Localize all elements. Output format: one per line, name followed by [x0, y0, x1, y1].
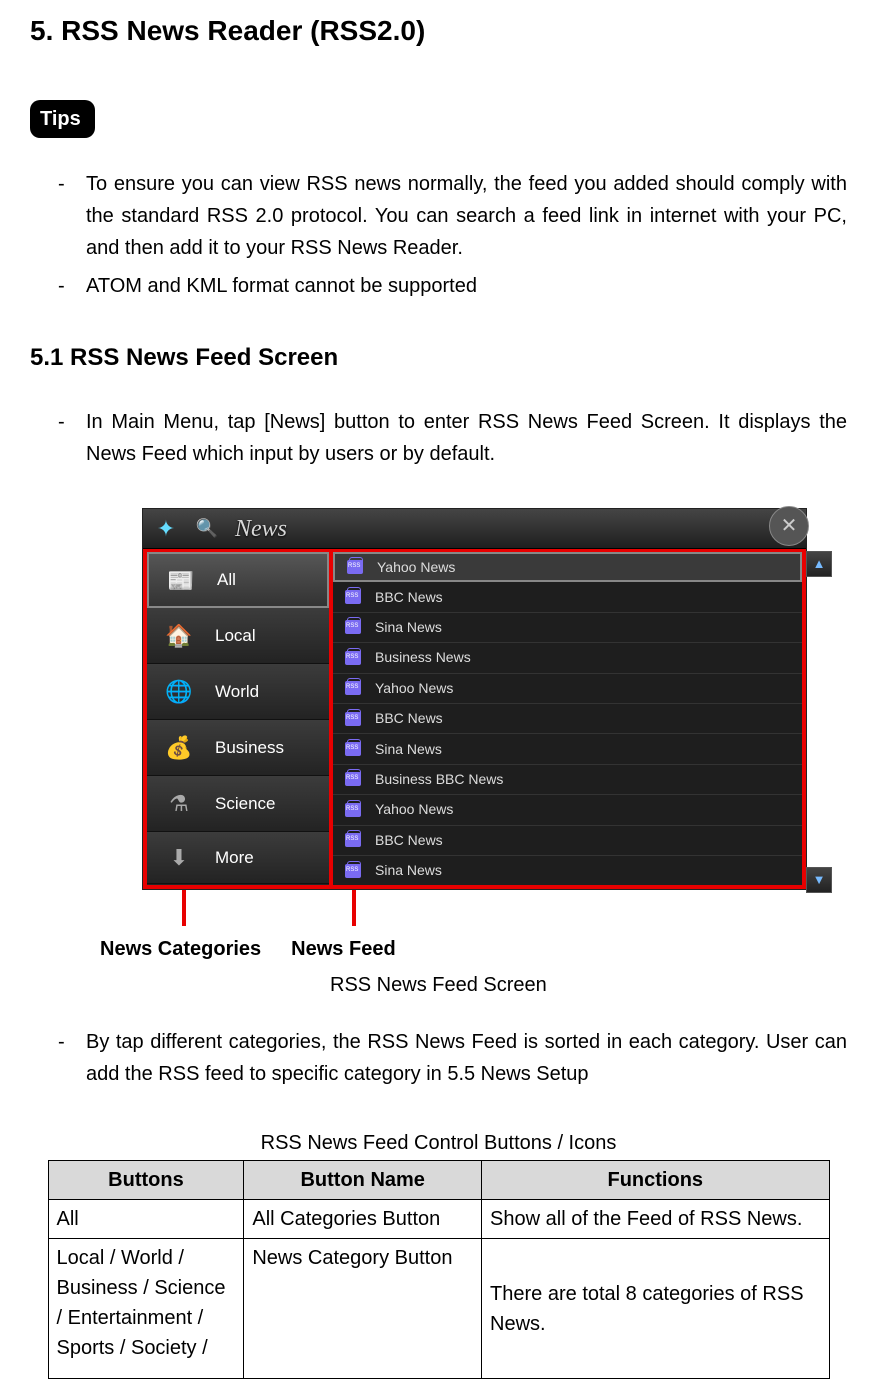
feed-item[interactable]: Business News [333, 643, 802, 673]
annotation-feed-label: News Feed [291, 934, 395, 964]
category-more[interactable]: ⬇ More [147, 832, 329, 884]
news-feed-panel: Yahoo News BBC News Sina News Business N… [333, 552, 802, 885]
table-cell: All Categories Button [244, 1200, 482, 1239]
globe-icon: 🌐 [157, 672, 201, 712]
rss-screenshot: ✦ 🔍 News ✕ 📰 All 🏠 Local 🌐 World 💰 Busin… [142, 508, 807, 890]
category-business[interactable]: 💰 Business [147, 720, 329, 776]
scroll-down-icon[interactable]: ▼ [806, 867, 832, 893]
rss-icon [345, 651, 361, 665]
table-header-name: Button Name [244, 1161, 482, 1200]
rss-icon [345, 803, 361, 817]
intro-list: In Main Menu, tap [News] button to enter… [30, 406, 847, 470]
table-cell: Local / World / Business / Science / Ent… [48, 1239, 244, 1379]
intro-item: In Main Menu, tap [News] button to enter… [58, 406, 847, 470]
rss-icon [345, 712, 361, 726]
table-cell: All [48, 1200, 244, 1239]
tip-item: To ensure you can view RSS news normally… [58, 168, 847, 264]
category-science[interactable]: ⚗ Science [147, 776, 329, 832]
rss-icon [345, 620, 361, 634]
feed-item[interactable]: BBC News [333, 582, 802, 612]
annotation-lines [142, 890, 807, 934]
rss-icon [345, 681, 361, 695]
annotation-line [352, 890, 356, 926]
category-label: Local [215, 623, 256, 649]
feed-label: Sina News [375, 860, 442, 881]
feed-item[interactable]: Yahoo News [333, 552, 802, 582]
home-icon[interactable]: ✦ [143, 512, 189, 545]
close-icon[interactable]: ✕ [769, 506, 809, 546]
feed-label: Yahoo News [377, 557, 455, 578]
section-heading: 5.1 RSS News Feed Screen [30, 340, 847, 376]
feed-item[interactable]: Sina News [333, 734, 802, 764]
table-cell: Show all of the Feed of RSS News. [482, 1200, 829, 1239]
feed-label: Sina News [375, 739, 442, 760]
annotation-line [182, 890, 186, 926]
table-row: Local / World / Business / Science / Ent… [48, 1239, 829, 1379]
feed-item[interactable]: Yahoo News [333, 795, 802, 825]
search-icon[interactable]: 🔍 [189, 515, 225, 542]
screenshot-title: News [225, 511, 287, 547]
feed-item[interactable]: BBC News [333, 826, 802, 856]
category-local[interactable]: 🏠 Local [147, 608, 329, 664]
tips-badge: Tips [30, 100, 95, 138]
newspaper-icon: 📰 [159, 560, 203, 600]
figure-caption: RSS News Feed Screen [330, 970, 847, 1000]
category-label: World [215, 679, 259, 705]
tip-item: ATOM and KML format cannot be supported [58, 270, 847, 302]
feed-label: Business BBC News [375, 769, 503, 790]
category-all[interactable]: 📰 All [147, 552, 329, 608]
category-label: More [215, 845, 254, 871]
annotation-categories-label: News Categories [100, 934, 261, 964]
feed-label: BBC News [375, 830, 443, 851]
feed-item[interactable]: Yahoo News [333, 674, 802, 704]
table-cell: News Category Button [244, 1239, 482, 1379]
annotation-labels: News Categories News Feed [100, 934, 877, 964]
tips-list: To ensure you can view RSS news normally… [30, 168, 847, 302]
table-row: All All Categories Button Show all of th… [48, 1200, 829, 1239]
table-header-row: Buttons Button Name Functions [48, 1161, 829, 1200]
category-label: Business [215, 735, 284, 761]
rss-icon [345, 864, 361, 878]
feed-label: Sina News [375, 617, 442, 638]
scroll-up-icon[interactable]: ▲ [806, 551, 832, 577]
category-label: All [217, 567, 236, 593]
arrow-down-icon: ⬇ [157, 838, 201, 878]
feed-label: BBC News [375, 587, 443, 608]
rss-icon [347, 560, 363, 574]
feed-item[interactable]: Business BBC News [333, 765, 802, 795]
feed-item[interactable]: Sina News [333, 856, 802, 885]
control-buttons-table: Buttons Button Name Functions All All Ca… [48, 1160, 830, 1379]
feed-label: Yahoo News [375, 799, 453, 820]
rss-icon [345, 772, 361, 786]
flask-icon: ⚗ [157, 784, 201, 824]
category-world[interactable]: 🌐 World [147, 664, 329, 720]
feed-label: Yahoo News [375, 678, 453, 699]
screenshot-header: ✦ 🔍 News ✕ [143, 509, 806, 549]
table-cell: There are total 8 categories of RSS News… [482, 1239, 829, 1379]
feed-label: Business News [375, 647, 471, 668]
category-label: Science [215, 791, 275, 817]
table-caption: RSS News Feed Control Buttons / Icons [48, 1128, 830, 1158]
outro-list: By tap different categories, the RSS New… [30, 1026, 847, 1090]
rss-icon [345, 833, 361, 847]
feed-item[interactable]: Sina News [333, 613, 802, 643]
news-categories-panel: 📰 All 🏠 Local 🌐 World 💰 Business ⚗ Scien… [147, 552, 333, 885]
screenshot-body: 📰 All 🏠 Local 🌐 World 💰 Business ⚗ Scien… [143, 549, 806, 889]
page-title: 5. RSS News Reader (RSS2.0) [30, 10, 847, 52]
house-icon: 🏠 [157, 616, 201, 656]
rss-icon [345, 590, 361, 604]
coins-icon: 💰 [157, 728, 201, 768]
table-header-buttons: Buttons [48, 1161, 244, 1200]
table-header-functions: Functions [482, 1161, 829, 1200]
feed-label: BBC News [375, 708, 443, 729]
outro-item: By tap different categories, the RSS New… [58, 1026, 847, 1090]
scrollbar[interactable]: ▲ ▼ [806, 551, 832, 893]
feed-item[interactable]: BBC News [333, 704, 802, 734]
rss-icon [345, 742, 361, 756]
